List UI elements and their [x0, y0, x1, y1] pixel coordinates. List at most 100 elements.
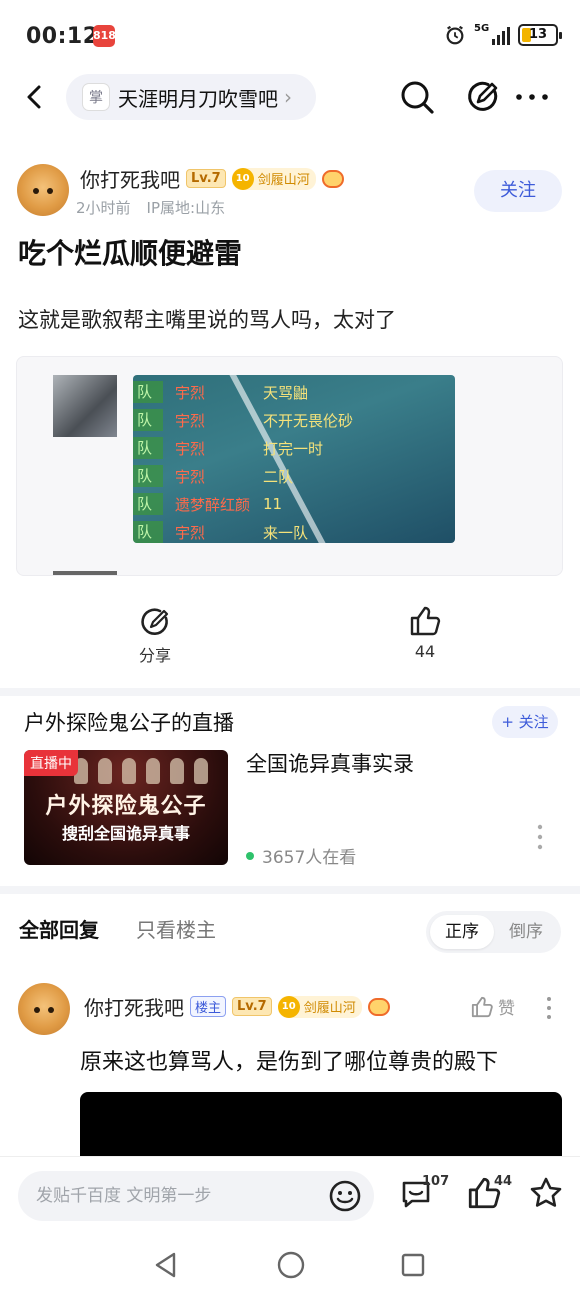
- share-label: 分享: [138, 646, 171, 665]
- reply-input[interactable]: [36, 1171, 326, 1221]
- tab-all-replies[interactable]: 全部回复: [19, 914, 99, 943]
- live-header[interactable]: 户外探险鬼公子的直播: [24, 707, 234, 737]
- chevron-right-icon: ›: [284, 85, 292, 109]
- rank-badge: 10 剑履山河: [277, 995, 362, 1018]
- chat-player-name: 遗梦醉红颜: [175, 495, 251, 514]
- battery-icon: 13: [518, 24, 562, 46]
- more-icon[interactable]: [514, 84, 550, 110]
- chat-message: 来一队: [263, 523, 309, 542]
- live-viewers: 3657人在看: [246, 843, 356, 868]
- app-notification-icon: 818: [93, 25, 116, 47]
- chat-row: 队宇烈 二队: [133, 465, 293, 487]
- follow-button[interactable]: 关注: [474, 170, 562, 212]
- chat-row: 队宇烈 打完一时: [133, 437, 323, 459]
- viewer-count: 3657人在看: [262, 848, 357, 868]
- chat-channel-tag: 队: [133, 409, 163, 431]
- live-stream-name[interactable]: 全国诡异真事实录: [246, 748, 414, 778]
- post-image[interactable]: 队宇烈 天骂鼬队宇烈 不开无畏伦砂队宇烈 打完一时队宇烈 二队队遗梦醉红颜 11 队宇烈 来一…: [16, 356, 563, 576]
- reply-like-label: 赞: [498, 999, 515, 1019]
- like-button[interactable]: 44: [400, 604, 450, 661]
- live-badge: 直播中: [24, 750, 78, 776]
- chat-player-name: 宇烈: [175, 467, 206, 486]
- reply-text: 原来这也算骂人，是伤到了哪位尊贵的殿下: [80, 1050, 499, 1075]
- chat-channel-tag: 队: [133, 437, 163, 459]
- thumbs-up-icon: [471, 996, 493, 1017]
- post-meta: 2小时前 IP属地:山东: [76, 197, 225, 218]
- like-count: 44: [414, 642, 436, 661]
- system-back-icon[interactable]: [152, 1250, 180, 1280]
- network-type: 5G: [474, 23, 490, 34]
- chat-channel-tag: 队: [133, 521, 163, 543]
- system-recents-icon[interactable]: [400, 1252, 426, 1278]
- search-icon[interactable]: [398, 78, 436, 116]
- more-vertical-icon[interactable]: [536, 824, 544, 850]
- reply-author-avatar[interactable]: [18, 983, 70, 1035]
- live-cover[interactable]: 户外探险鬼公子 搜刮全国诡异真事 直播中: [24, 750, 228, 865]
- like-count: 44: [494, 1174, 513, 1189]
- level-badge: Lv.7: [186, 169, 226, 188]
- forum-avatar: 掌: [82, 83, 110, 111]
- comment-count: 107: [422, 1174, 450, 1189]
- bottom-action-bar: 107 44: [0, 1156, 580, 1234]
- chat-message: 11: [263, 495, 283, 513]
- emoji-icon[interactable]: [328, 1179, 362, 1213]
- star-icon[interactable]: [528, 1175, 564, 1211]
- rank-title: 剑履山河: [303, 1001, 356, 1016]
- rank-number: 10: [231, 167, 254, 190]
- chat-player-name: 宇烈: [175, 411, 206, 430]
- game-chat-screenshot: 队宇烈 天骂鼬队宇烈 不开无畏伦砂队宇烈 打完一时队宇烈 二队队遗梦醉红颜 11 队宇烈 来一…: [133, 375, 455, 543]
- battery-level: 13: [528, 27, 548, 42]
- chat-message: 打完一时: [263, 439, 324, 458]
- chat-message: 不开无畏伦砂: [263, 411, 354, 430]
- alarm-icon: [446, 25, 464, 45]
- share-button[interactable]: 分享: [130, 606, 180, 666]
- chat-row: 队宇烈 天骂鼬: [133, 381, 308, 403]
- status-time: 00:12: [26, 24, 99, 49]
- cover-figures: [74, 758, 208, 784]
- chat-player-name: 宇烈: [175, 439, 206, 458]
- top-nav: 掌 天涯明月刀吹雪吧 ›: [0, 70, 580, 126]
- cover-subtitle: 搜刮全国诡异真事: [61, 824, 190, 843]
- chat-player-name: 宇烈: [175, 383, 206, 402]
- back-arrow-icon[interactable]: [20, 82, 50, 112]
- author-name[interactable]: 你打死我吧: [80, 164, 180, 193]
- share-icon: [141, 608, 169, 636]
- chat-channel-tag: 队: [133, 493, 163, 515]
- more-vertical-icon[interactable]: [545, 996, 553, 1020]
- signal-icon: 5G: [474, 23, 510, 45]
- rank-title: 剑履山河: [257, 173, 310, 188]
- system-navigation: [0, 1234, 580, 1295]
- tab-op-only[interactable]: 只看楼主: [136, 914, 216, 943]
- op-badge: 楼主: [190, 996, 227, 1017]
- rank-number: 10: [277, 995, 300, 1018]
- status-bar: 00:12 818 5G 13: [0, 0, 580, 70]
- chat-message: 二队: [263, 467, 294, 486]
- system-home-icon[interactable]: [276, 1250, 306, 1280]
- section-divider: [0, 886, 580, 894]
- section-divider: [0, 688, 580, 696]
- rank-badge: 10 剑履山河: [231, 167, 316, 190]
- thumbs-up-icon: [410, 606, 441, 636]
- sort-ascending[interactable]: 正序: [430, 915, 494, 949]
- level-badge: Lv.7: [232, 997, 272, 1016]
- forum-link[interactable]: 掌 天涯明月刀吹雪吧 ›: [66, 74, 316, 120]
- reply-author-name[interactable]: 你打死我吧: [84, 992, 184, 1021]
- post-author-row: 你打死我吧 Lv.7 10 剑履山河: [80, 164, 344, 193]
- reply-like-button[interactable]: 赞: [470, 994, 515, 1019]
- live-dot-icon: [246, 851, 254, 860]
- chat-row: 队遗梦醉红颜 11: [133, 493, 282, 515]
- sort-descending[interactable]: 倒序: [494, 915, 558, 949]
- author-avatar[interactable]: [17, 164, 69, 216]
- live-follow-button[interactable]: + 关注: [492, 706, 558, 738]
- chat-channel-tag: 队: [133, 465, 163, 487]
- post-ip: IP属地:山东: [146, 199, 226, 217]
- chat-player-name: 宇烈: [175, 523, 206, 542]
- game-controller-icon: [321, 169, 344, 188]
- cover-title: 户外探险鬼公子: [45, 793, 207, 819]
- edit-icon[interactable]: [464, 78, 502, 116]
- compose-box[interactable]: [18, 1171, 374, 1221]
- post-time: 2小时前: [76, 199, 131, 217]
- image-thumbnail: [53, 375, 117, 437]
- chat-message: 天骂鼬: [263, 383, 309, 402]
- chat-row: 队宇烈 来一队: [133, 521, 308, 543]
